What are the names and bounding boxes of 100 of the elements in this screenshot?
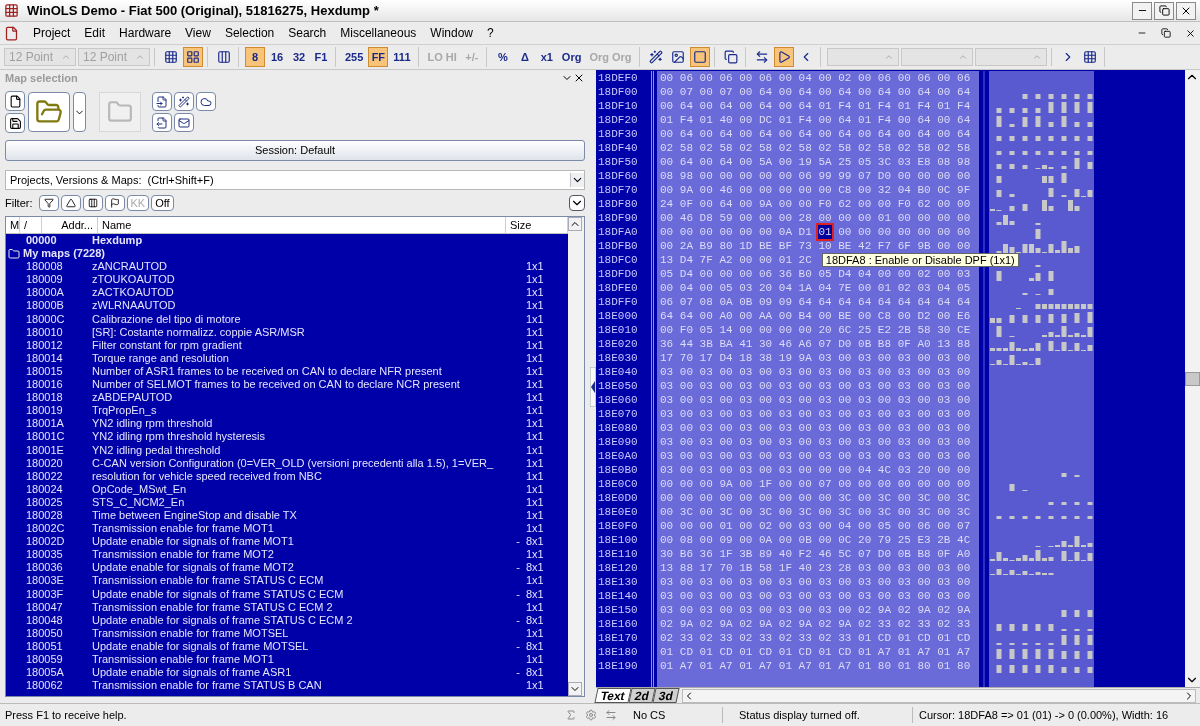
close-icon[interactable] [1185, 27, 1196, 39]
name-cell[interactable]: TrqPropEn_s [92, 404, 506, 418]
filter-button[interactable]: Off [151, 195, 174, 211]
toolbar-button[interactable]: 8 [245, 47, 265, 67]
column-header[interactable]: M [6, 216, 20, 234]
vertical-scrollbar[interactable] [1185, 70, 1200, 687]
restore-icon [1158, 5, 1170, 16]
column-header[interactable]: Name [98, 216, 506, 234]
column-header[interactable]: Addr... [42, 216, 98, 234]
name-cell[interactable]: Transmission enable for frame MOT2 [92, 548, 506, 562]
name-cell[interactable]: Update enable for signals of frame STATUS C ECM [92, 587, 506, 601]
menu-item[interactable]: ? [487, 24, 494, 42]
menu-item[interactable]: Miscellaneous [340, 24, 417, 42]
name-cell[interactable]: Update enable for signals of frame MOT2 [92, 561, 506, 575]
name-cell[interactable]: Time between EngineStop and disable TX [92, 508, 506, 523]
address-cell-text: 180028 [25, 508, 64, 523]
restore-icon[interactable] [1161, 28, 1171, 38]
name-cell[interactable]: STS_C_NCM2_En [92, 495, 506, 509]
name-cell[interactable]: Transmission enable for frame STATUS C ECM [92, 574, 506, 588]
toolbar-button[interactable]: Δ [514, 47, 535, 67]
name-cell[interactable]: Hexdump [92, 234, 506, 248]
toolbar-button[interactable]: % [492, 47, 513, 67]
view-tab[interactable]: 2d [628, 688, 656, 703]
menu-item[interactable]: Window [430, 24, 473, 42]
name-cell[interactable]: YN2 idling rpm threshold hysteresis [92, 430, 506, 444]
menu-item[interactable]: Edit [84, 24, 106, 42]
toolbar-icon-button[interactable] [183, 47, 203, 67]
toolbar-button[interactable]: F1 [311, 47, 331, 67]
new-button[interactable] [5, 91, 25, 111]
hex-address: 18E170 [597, 631, 639, 645]
name-cell[interactable]: Transmission enable for frame STATUS B CAN [92, 679, 506, 693]
name-cell[interactable]: resolution for vehicle speed received from NBC [92, 469, 506, 483]
name-cell[interactable]: YN2 idling pedal threshold [92, 443, 506, 457]
name-cell[interactable]: zANCRAUTOD [92, 260, 506, 274]
cursor-byte[interactable]: 01 [818, 225, 832, 239]
name-cell[interactable]: Number of ASR1 frames to be received on CAN to declare NFR present [92, 364, 506, 379]
tool-button[interactable] [152, 113, 172, 132]
name-cell[interactable]: Update enable for signals of frame STATUS C ECM 2 [92, 613, 506, 627]
name-cell[interactable]: zACTKOAUTOD [92, 286, 506, 300]
name-cell[interactable]: Update enable for signals of frame MOTSEL [92, 639, 506, 653]
column-header[interactable]: / [20, 216, 42, 234]
name-cell[interactable]: zTOUKOAUTOD [92, 273, 506, 287]
restore-button[interactable] [1154, 1, 1174, 20]
toolbar-button[interactable]: 32 [289, 47, 309, 67]
hex-bytes: 00 00 00 00 00 00 0A D1 [660, 225, 812, 239]
name-cell[interactable]: Update enable for signals of frame ASR1 [92, 666, 506, 680]
session-button[interactable]: Session: Default [5, 140, 585, 161]
toolbar-button[interactable]: Org [558, 47, 585, 67]
close-button[interactable] [1176, 1, 1196, 20]
toolbar-icon-button[interactable] [773, 47, 794, 67]
folder-label[interactable]: My maps (7228) [23, 247, 105, 261]
save-button[interactable] [5, 113, 25, 133]
name-cell[interactable]: Transmission enable for frame MOT1 [92, 653, 506, 667]
toolbar-button[interactable]: 255 [342, 47, 367, 67]
name-cell[interactable]: zWLRNAAUTOD [92, 299, 506, 313]
close-icon[interactable] [573, 72, 585, 84]
menu-item[interactable]: Search [288, 24, 327, 42]
name-cell[interactable]: Torque range and resolution [92, 351, 506, 365]
hex-bytes: 00 64 00 64 00 64 00 64 00 64 00 64 00 64 00 64 [660, 127, 971, 141]
name-cell[interactable]: Filter constant for rpm gradient [92, 338, 506, 352]
menu-item[interactable]: Hardware [119, 24, 172, 42]
tool-button[interactable] [174, 113, 194, 132]
hex-bytes: 08 98 00 00 00 00 00 06 99 99 07 D0 00 00 00 00 [660, 169, 971, 183]
menu-item[interactable]: Selection [224, 24, 275, 42]
toolbar-button[interactable]: 111 [390, 47, 414, 67]
name-cell[interactable]: C-CAN version Configuration (0=VER_OLD (versioni precedenti alla 1.5), 1=VER_ [92, 456, 506, 470]
tool-button[interactable] [196, 92, 216, 111]
name-cell[interactable]: Update enable for signals of frame MOT1 [92, 535, 506, 549]
open-button[interactable] [28, 92, 70, 132]
name-cell[interactable]: OpCode_MSwt_En [92, 482, 506, 496]
name-cell[interactable]: [SR]: Costante normalizz. coppie ASR/MSR [92, 325, 506, 339]
name-cell[interactable]: zABDEPAUTOD [92, 391, 506, 405]
name-cell[interactable]: YN2 idling rpm threshold [92, 417, 506, 431]
scroll-thumb[interactable] [1185, 371, 1200, 386]
open-dropdown-button[interactable] [73, 92, 86, 132]
menu-item[interactable]: Project [33, 24, 71, 42]
name-cell[interactable]: Number of SELMOT frames to be received on CAN to declare NCR present [92, 378, 506, 392]
toolbar-button[interactable]: x1 [536, 47, 557, 67]
expand-icon[interactable] [569, 195, 585, 211]
tool-button[interactable] [174, 92, 194, 111]
toolbar-icon-button[interactable] [689, 47, 710, 67]
filter-button[interactable] [104, 195, 125, 211]
horizontal-scrollbar[interactable] [681, 688, 1196, 703]
toolbar-button[interactable]: FF [368, 47, 389, 67]
toolbar-button[interactable]: 16 [267, 47, 287, 67]
name-cell[interactable]: Transmission enable for frame MOT1 [92, 522, 506, 536]
name-cell[interactable]: Calibrazione del tipo di motore [92, 312, 506, 326]
search-field[interactable]: Projects, Versions & Maps: (Ctrl+Shift+F) [5, 170, 585, 190]
view-tab[interactable]: Text [594, 688, 632, 703]
filter-button[interactable] [82, 195, 103, 211]
filter-button[interactable] [38, 195, 59, 211]
name-cell[interactable]: Transmission enable for frame STATUS C ECM 2 [92, 600, 506, 614]
tool-button[interactable] [152, 92, 172, 111]
collapse-handle-icon[interactable] [590, 366, 596, 407]
status-text: Status display turned off. [723, 706, 913, 724]
name-cell[interactable]: Transmission enable for frame MOTSEL [92, 626, 506, 640]
filter-button[interactable] [60, 195, 81, 211]
document-icon [4, 25, 19, 41]
view-tab[interactable]: 3d [652, 688, 680, 703]
menu-item[interactable]: View [185, 24, 211, 42]
